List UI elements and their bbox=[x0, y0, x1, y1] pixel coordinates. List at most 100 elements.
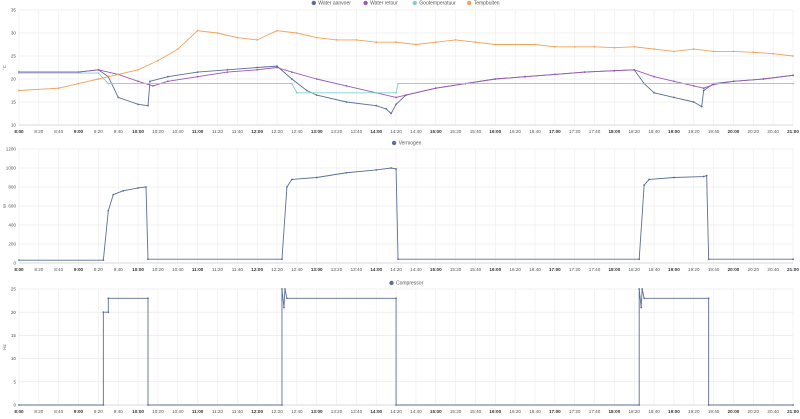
data-point bbox=[335, 39, 338, 41]
x-tick-label: 20:00 bbox=[728, 129, 740, 134]
x-tick-label: 9:00 bbox=[74, 409, 84, 414]
y-axis-label: Hz bbox=[2, 343, 7, 349]
x-tick-label: 17:40 bbox=[589, 409, 601, 414]
y-tick-label: 1000 bbox=[6, 166, 17, 171]
x-tick-label: 11:00 bbox=[192, 409, 204, 414]
x-tick-label: 14:40 bbox=[410, 267, 422, 272]
data-point bbox=[707, 258, 710, 261]
data-point bbox=[107, 209, 110, 212]
y-tick-label: 15 bbox=[11, 333, 17, 338]
legend-label: Water aanvoer bbox=[318, 1, 351, 7]
data-point bbox=[315, 36, 318, 39]
x-tick-label: 19:40 bbox=[708, 129, 720, 134]
data-point bbox=[390, 112, 393, 115]
data-point bbox=[792, 404, 794, 406]
data-point bbox=[494, 78, 497, 80]
y-tick-label: 25 bbox=[11, 287, 17, 292]
data-point bbox=[137, 80, 139, 83]
y-tick-label: 5 bbox=[13, 379, 16, 384]
x-tick-label: 21:00 bbox=[787, 409, 799, 414]
data-point bbox=[375, 41, 378, 44]
legend-label: Vermogen bbox=[399, 141, 422, 147]
data-point bbox=[295, 91, 298, 94]
x-tick-label: 20:40 bbox=[767, 267, 779, 272]
data-point bbox=[345, 171, 348, 174]
data-point bbox=[494, 43, 497, 46]
data-point bbox=[145, 186, 147, 188]
data-point bbox=[613, 69, 616, 72]
data-point bbox=[157, 59, 159, 62]
x-tick-label: 17:20 bbox=[569, 267, 581, 272]
x-tick-label: 8:20 bbox=[34, 129, 43, 134]
legend-swatch bbox=[466, 0, 473, 6]
x-tick-label: 10:20 bbox=[152, 409, 164, 414]
data-point bbox=[702, 87, 705, 90]
x-tick-label: 11:20 bbox=[212, 129, 224, 134]
x-tick-label: 13:20 bbox=[331, 267, 343, 272]
x-tick-label: 15:20 bbox=[450, 267, 462, 272]
y-tick-label: 0 bbox=[13, 403, 16, 408]
data-point bbox=[653, 48, 655, 50]
data-point bbox=[633, 45, 636, 48]
data-point bbox=[256, 39, 259, 41]
data-point bbox=[149, 80, 151, 83]
data-point bbox=[286, 186, 288, 188]
data-point bbox=[395, 91, 397, 94]
y-tick-label: 600 bbox=[8, 204, 16, 209]
x-tick-label: 11:40 bbox=[232, 129, 244, 134]
data-point bbox=[290, 71, 293, 73]
x-tick-label: 17:40 bbox=[589, 129, 601, 134]
x-tick-label: 13:00 bbox=[311, 267, 323, 272]
data-point bbox=[638, 288, 641, 290]
x-tick-label: 12:40 bbox=[291, 129, 303, 134]
data-point bbox=[97, 72, 100, 74]
x-tick-label: 20:20 bbox=[748, 409, 760, 414]
legend-item: Vermogen bbox=[391, 140, 422, 147]
series-line-0 bbox=[19, 288, 793, 406]
x-tick-label: 12:20 bbox=[271, 409, 283, 414]
data-point bbox=[18, 259, 20, 262]
data-point bbox=[395, 297, 397, 300]
x-tick-label: 15:20 bbox=[450, 409, 462, 414]
data-point bbox=[77, 82, 80, 85]
legend-swatch bbox=[388, 280, 395, 286]
x-tick-label: 10:00 bbox=[132, 409, 144, 414]
data-point bbox=[305, 89, 308, 92]
data-point bbox=[102, 404, 105, 406]
data-point bbox=[385, 108, 388, 110]
y-tick-label: 35 bbox=[11, 8, 17, 13]
y-tick-label: 10 bbox=[11, 123, 17, 128]
data-point bbox=[375, 104, 378, 107]
x-tick-label: 17:00 bbox=[549, 129, 561, 134]
x-tick-label: 13:00 bbox=[311, 129, 323, 134]
x-tick-label: 14:00 bbox=[370, 409, 382, 414]
x-tick-label: 13:20 bbox=[331, 129, 343, 134]
y-tick-label: 1200 bbox=[6, 147, 17, 152]
x-tick-label: 8:20 bbox=[34, 409, 43, 414]
data-point bbox=[573, 45, 576, 48]
data-point bbox=[290, 82, 293, 85]
x-tick-label: 19:20 bbox=[688, 409, 700, 414]
data-point bbox=[345, 85, 348, 87]
x-tick-label: 12:00 bbox=[251, 129, 263, 134]
data-point bbox=[137, 68, 139, 71]
y-tick-label: 30 bbox=[11, 31, 17, 36]
x-tick-label: 11:00 bbox=[192, 267, 204, 272]
x-tick-label: 8:00 bbox=[14, 267, 24, 272]
legend-label: Compressor bbox=[396, 281, 424, 287]
x-tick-label: 8:20 bbox=[34, 267, 43, 272]
data-point bbox=[702, 175, 705, 178]
legend-label: Tempbuiten bbox=[474, 1, 500, 7]
data-point bbox=[18, 89, 20, 92]
x-tick-label: 21:00 bbox=[787, 129, 799, 134]
x-tick-label: 19:20 bbox=[688, 129, 700, 134]
x-tick-label: 8:40 bbox=[54, 409, 63, 414]
data-point bbox=[707, 297, 710, 300]
data-point bbox=[633, 68, 636, 71]
x-tick-label: 9:40 bbox=[114, 409, 123, 414]
x-tick-label: 18:20 bbox=[628, 129, 640, 134]
x-tick-label: 20:00 bbox=[728, 409, 740, 414]
data-point bbox=[397, 82, 399, 85]
data-point bbox=[732, 50, 735, 53]
series-line-0 bbox=[19, 167, 793, 261]
